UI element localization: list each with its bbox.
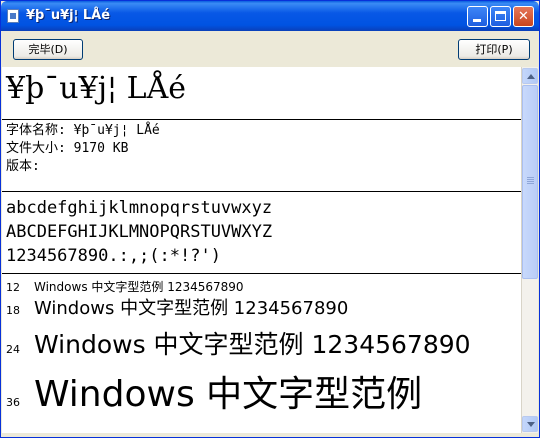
digits-sample: 1234567890.:,;(:*!?') [6,246,221,266]
minimize-icon [473,19,481,22]
grip-line [527,179,534,180]
title-bar[interactable]: ¥þ¯u¥j¦ LÅé ✕ [1,1,539,31]
size-sample-12: 12 Windows 中文字型范例 1234567890 [6,276,244,295]
scroll-thumb[interactable] [522,85,538,279]
divider [2,119,521,120]
vertical-scrollbar[interactable] [521,67,538,433]
font-display-name: ¥þ¯u¥j¦ LÅé [6,71,186,106]
minimize-button[interactable] [467,6,488,27]
toolbar: 完毕(D) 打印(P) [1,31,539,67]
uppercase-sample: ABCDEFGHIJKLMNOPQRSTUVWXYZ [6,222,273,242]
size-label: 24 [6,343,20,356]
file-size-info: 文件大小: 9170 KB [6,141,129,156]
size-sample-text: Windows 中文字型范例 1234567890 [34,280,244,294]
scroll-down-button[interactable] [522,416,538,432]
size-sample-text: Windows 中文字型范例 1234567890 [34,330,471,359]
size-sample-36: 36 Windows 中文字型范例 [6,365,422,417]
print-button[interactable]: 打印(P) [458,39,530,60]
grip-line [527,181,534,182]
lowercase-sample: abcdefghijklmnopqrstuvwxyz [6,198,273,218]
size-label: 12 [6,281,20,294]
font-viewer-window: ¥þ¯u¥j¦ LÅé ✕ 完毕(D) 打印(P) ¥þ¯u¥j¦ LÅé 字体… [0,0,540,438]
maximize-button[interactable] [490,6,511,27]
size-sample-text: Windows 中文字型范例 1234567890 [34,298,349,319]
arrow-up-icon [527,74,535,79]
close-icon: ✕ [518,9,529,24]
done-button[interactable]: 完毕(D) [13,39,83,60]
grip-line [527,177,534,178]
font-file-icon [7,9,19,23]
size-label: 18 [6,304,20,317]
arrow-down-icon [527,422,535,427]
version-info: 版本: [6,159,40,174]
divider [2,191,521,192]
size-sample-24: 24 Windows 中文字型范例 1234567890 [6,325,471,361]
font-name-info: 字体名称: ¥þ¯u¥j¦ LÅé [6,123,160,138]
size-sample-text: Windows 中文字型范例 [34,374,423,415]
close-button[interactable]: ✕ [513,6,534,27]
window-title: ¥þ¯u¥j¦ LÅé [26,8,111,23]
divider [2,273,521,274]
font-preview-pane: ¥þ¯u¥j¦ LÅé 字体名称: ¥þ¯u¥j¦ LÅé 文件大小: 9170… [2,67,521,433]
maximize-icon [495,11,506,21]
size-sample-18: 18 Windows 中文字型范例 1234567890 [6,294,348,320]
size-label: 36 [6,396,20,409]
scroll-up-button[interactable] [522,68,538,84]
grip-line [527,183,534,184]
